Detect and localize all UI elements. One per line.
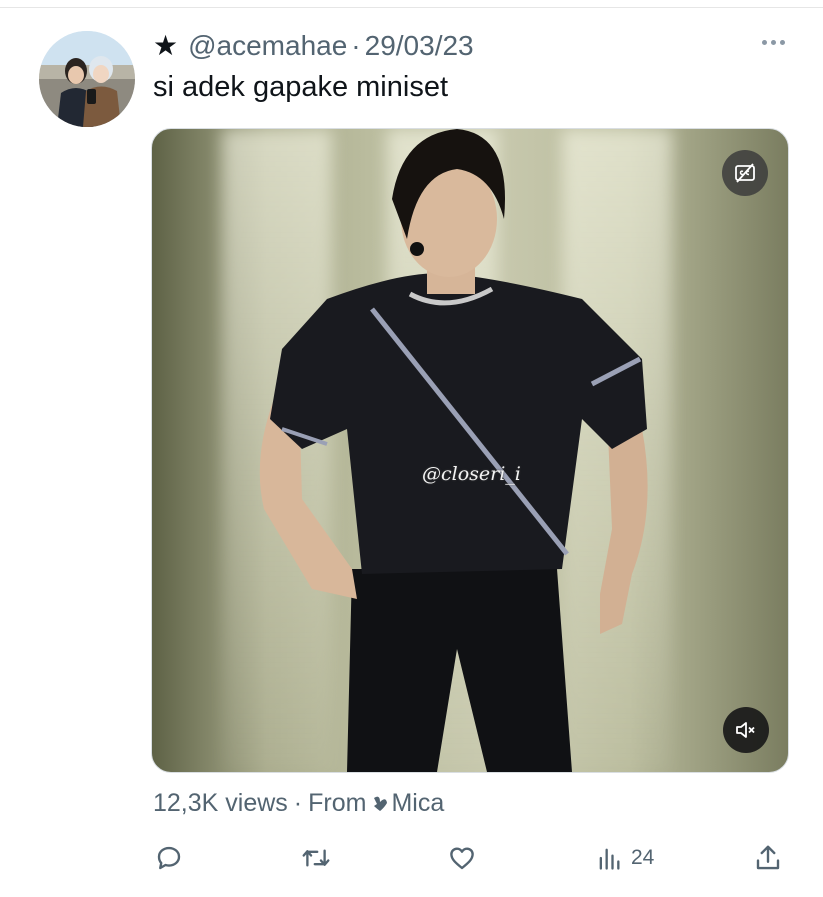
ribbon-heart-icon	[374, 796, 388, 811]
like-button[interactable]	[446, 838, 478, 878]
mute-button[interactable]	[723, 707, 769, 753]
tweet-date[interactable]: 29/03/23	[365, 30, 474, 62]
share-icon	[756, 845, 780, 870]
video-watermark: @closeri_i	[422, 463, 521, 485]
retweet-button[interactable]	[300, 838, 332, 878]
captions-off-icon	[735, 163, 755, 183]
reply-button[interactable]	[154, 838, 184, 878]
like-icon	[450, 847, 474, 870]
meta-separator: ·	[293, 789, 303, 817]
views-count: 24	[631, 846, 655, 869]
more-dot-icon	[780, 40, 785, 45]
tweet-video[interactable]: @closeri_i	[151, 128, 789, 773]
author-avatar[interactable]	[39, 31, 135, 127]
tweet-actions: 24	[0, 838, 823, 878]
top-divider	[0, 7, 823, 8]
author-handle[interactable]: @acemahae	[188, 30, 347, 62]
more-options-button[interactable]	[762, 40, 785, 45]
performer-figure	[259, 129, 648, 772]
more-dot-icon	[762, 40, 767, 45]
muted-speaker-icon	[736, 722, 755, 738]
more-dot-icon	[771, 40, 776, 45]
retweet-icon	[302, 849, 330, 867]
tweet-meta: 12,3K views · From Mica	[153, 789, 444, 818]
tweet-header: ★ @acemahae · 29/03/23	[153, 30, 474, 62]
from-label: From	[308, 789, 367, 817]
star-icon: ★	[153, 30, 179, 61]
reply-icon	[157, 846, 181, 870]
share-button[interactable]	[753, 838, 783, 878]
captions-button[interactable]	[722, 150, 768, 196]
header-separator: ·	[351, 30, 361, 61]
views-button[interactable]: 24	[595, 838, 654, 878]
avatar-photo	[39, 31, 135, 127]
view-count: 12,3K views	[153, 789, 288, 817]
views-icon	[599, 848, 620, 870]
tweet-text: si adek gapake miniset	[153, 71, 448, 103]
source-name[interactable]: Mica	[391, 789, 444, 818]
